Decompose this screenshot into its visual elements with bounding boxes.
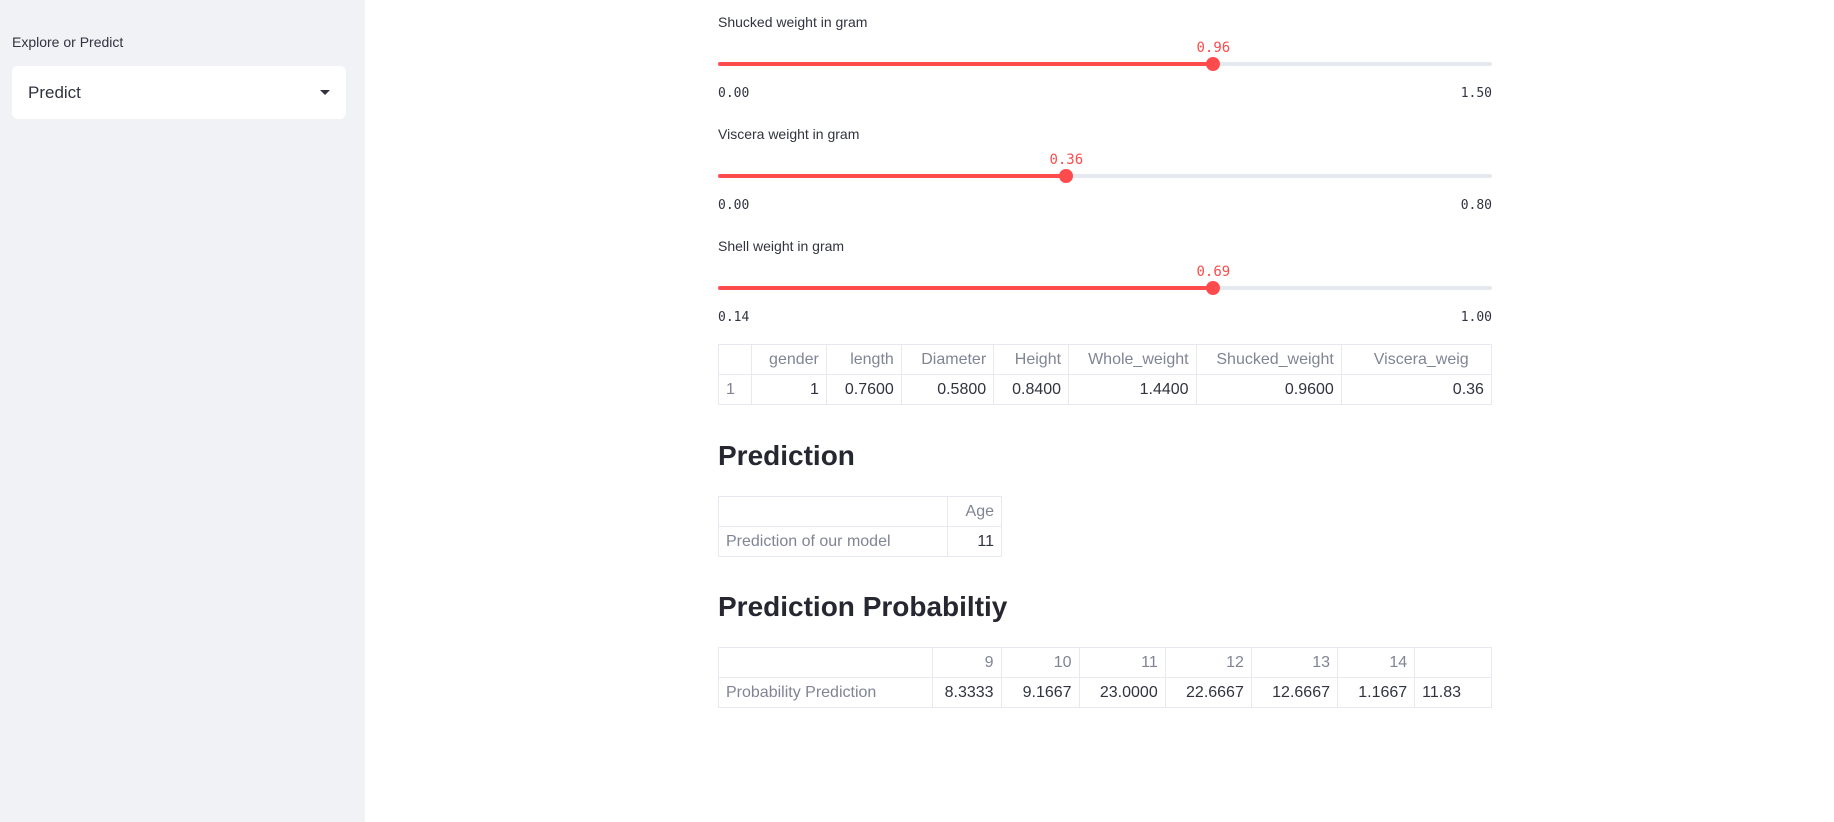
explore-predict-select[interactable]: Predict — [12, 66, 346, 119]
slider-label: Viscera weight in gram — [718, 126, 860, 142]
column-header: Shucked_weight — [1195, 344, 1342, 375]
column-header: 9 — [932, 647, 1002, 678]
slider-min: 0.00 — [718, 86, 750, 101]
column-header: length — [825, 344, 902, 375]
table-cell: 9.1667 — [1000, 677, 1080, 708]
row-label: Probability Prediction — [718, 677, 934, 708]
table-cell: 22.6667 — [1164, 677, 1252, 708]
slider-track[interactable] — [718, 281, 1492, 295]
table-header-row: Age — [718, 496, 1002, 527]
slider-value: 0.36 — [1049, 152, 1084, 168]
slider-thumb[interactable] — [1206, 57, 1221, 71]
slider-track[interactable] — [718, 57, 1492, 71]
table-row: Prediction of our model 11 — [718, 526, 1002, 557]
table-cell: 1.4400 — [1068, 374, 1197, 405]
table-cell: 0.7600 — [825, 374, 902, 405]
sidebar-select-label: Explore or Predict — [12, 34, 124, 50]
table-row: 1 1 0.7600 0.5800 0.8400 1.4400 0.9600 0… — [718, 374, 1492, 405]
slider-value: 0.96 — [1196, 40, 1231, 56]
column-header: 11 — [1078, 647, 1166, 678]
column-header: 13 — [1250, 647, 1339, 678]
slider-thumb[interactable] — [1206, 281, 1221, 295]
table-cell: 0.36 — [1340, 374, 1492, 405]
slider-max: 1.00 — [1460, 310, 1492, 325]
column-header — [718, 344, 752, 375]
table-cell: 0.5800 — [900, 374, 995, 405]
prediction-dataframe[interactable]: Age Prediction of our model 11 — [718, 496, 1002, 557]
table-header-row: gender length Diameter Height Whole_weig… — [718, 344, 1492, 375]
slider-track[interactable] — [718, 169, 1492, 183]
table-cell: 23.0000 — [1078, 677, 1166, 708]
column-header: gender — [750, 344, 827, 375]
column-header — [718, 496, 948, 527]
table-cell: 1 — [750, 374, 827, 405]
probability-heading: Prediction Probabiltiy — [718, 591, 1008, 622]
slider-max: 1.50 — [1460, 86, 1492, 101]
row-label: Prediction of our model — [718, 526, 948, 557]
table-cell: 1.1667 — [1336, 677, 1416, 708]
column-header: Diameter — [900, 344, 995, 375]
slider-max: 0.80 — [1460, 198, 1492, 213]
column-header — [1414, 647, 1492, 678]
table-cell: 12.6667 — [1250, 677, 1339, 708]
chevron-down-icon — [320, 90, 330, 95]
probability-table: 9 10 11 12 13 14 Probability Prediction … — [718, 647, 1492, 708]
slider-label: Shucked weight in gram — [718, 14, 868, 30]
prediction-table: Age Prediction of our model 11 — [718, 496, 1002, 557]
select-value: Predict — [28, 82, 81, 102]
column-header: 14 — [1336, 647, 1416, 678]
table-header-row: 9 10 11 12 13 14 — [718, 647, 1492, 678]
column-header: Age — [947, 496, 1002, 527]
table-cell: 11 — [947, 526, 1002, 557]
slider-min: 0.00 — [718, 198, 750, 213]
table-cell: 8.3333 — [932, 677, 1002, 708]
column-header: 10 — [1000, 647, 1080, 678]
table-cell: 11.83 — [1414, 677, 1492, 708]
slider-fill — [718, 62, 1214, 66]
table-cell: 0.8400 — [993, 374, 1070, 405]
slider-fill — [718, 286, 1214, 290]
table-cell: 0.9600 — [1195, 374, 1342, 405]
column-header: 12 — [1164, 647, 1252, 678]
input-table: gender length Diameter Height Whole_weig… — [718, 344, 1492, 405]
slider-thumb[interactable] — [1059, 169, 1074, 183]
column-header: Viscera_weig — [1340, 344, 1492, 375]
column-header: Height — [993, 344, 1070, 375]
column-header: Whole_weight — [1068, 344, 1197, 375]
slider-min: 0.14 — [718, 310, 750, 325]
slider-label: Shell weight in gram — [718, 238, 845, 254]
column-header — [718, 647, 934, 678]
sidebar: Explore or Predict Predict — [0, 0, 365, 822]
table-row: Probability Prediction 8.3333 9.1667 23.… — [718, 677, 1492, 708]
slider-fill — [718, 174, 1067, 178]
slider-value: 0.69 — [1196, 264, 1231, 280]
prediction-heading: Prediction — [718, 440, 855, 471]
input-dataframe[interactable]: gender length Diameter Height Whole_weig… — [718, 344, 1492, 405]
row-index: 1 — [718, 374, 752, 405]
probability-dataframe[interactable]: 9 10 11 12 13 14 Probability Prediction … — [718, 647, 1492, 708]
